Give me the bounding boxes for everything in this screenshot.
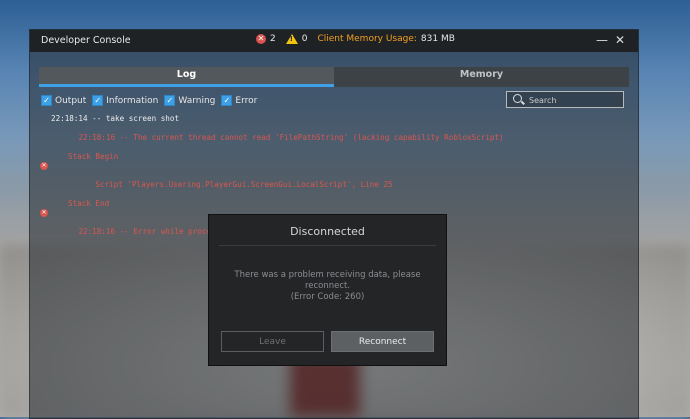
dialog-message-line: reconnect. [304,281,351,291]
stack-trace-line: ✕ Script 'Players.Usering.PlayerGui.Scre… [39,161,504,199]
log-entry-text: Script 'Players.Usering.PlayerGui.Screen… [95,179,393,189]
disconnected-dialog: Disconnected There was a problem receivi… [208,214,447,366]
leave-button[interactable]: Leave [221,331,324,352]
dialog-message-line: There was a problem receiving data, plea… [234,270,421,280]
filter-warning-label: Warning [178,95,216,106]
error-count-icon: ✕ [256,34,266,44]
filter-error-label: Error [235,95,258,106]
log-filters: ✓ Output ✓ Information ✓ Warning ✓ Error [41,95,257,106]
filter-output-label: Output [55,95,87,106]
search-input[interactable] [527,93,623,108]
memory-label: Client Memory Usage: [317,34,417,44]
checkbox-checked-icon[interactable]: ✓ [92,95,104,106]
stack-trace-line: Stack Begin [68,151,119,161]
error-icon: ✕ [40,162,48,171]
console-stats: ✕ 2 0 Client Memory Usage: 831 MB [256,34,455,44]
dialog-divider [219,245,436,246]
tab-memory[interactable]: Memory [334,67,629,87]
console-title: Developer Console [41,35,131,46]
stack-trace-line: Stack End [68,198,110,208]
memory-value: 831 MB [420,34,455,44]
filter-warning[interactable]: ✓ Warning [164,95,215,106]
warning-icon [285,34,298,44]
tab-log[interactable]: Log [39,67,334,87]
dialog-error-code: (Error Code: 260) [290,292,365,302]
warning-count: 0 [301,34,308,44]
dialog-title: Disconnected [290,225,365,238]
error-icon: ✕ [40,209,48,218]
dialog-message: There was a problem receiving data, plea… [224,270,431,303]
checkbox-checked-icon[interactable]: ✓ [41,95,52,106]
checkbox-checked-icon[interactable]: ✓ [164,95,176,106]
filter-output[interactable]: ✓ Output [41,95,86,106]
console-titlebar[interactable]: Developer Console ✕ 2 0 Client Memory Us… [30,30,638,52]
search-icon [513,94,522,103]
search-box[interactable] [506,91,624,108]
log-entry-error: 22:18:16 -- The current thread cannot re… [39,123,504,151]
filter-error[interactable]: ✓ Error [221,95,257,106]
reconnect-button[interactable]: Reconnect [331,331,434,352]
log-entry-text: 22:18:16 -- The current thread cannot re… [78,132,504,142]
log-entry: 22:18:14 -- take screen shot [51,114,180,123]
console-tabs: Log Memory [39,67,629,87]
minimize-icon[interactable]: — [596,33,608,47]
filter-information-label: Information [106,95,159,106]
checkbox-checked-icon[interactable]: ✓ [221,95,233,106]
close-icon[interactable]: ✕ [615,33,625,47]
error-count: 2 [270,34,276,44]
filter-information[interactable]: ✓ Information [92,95,158,106]
